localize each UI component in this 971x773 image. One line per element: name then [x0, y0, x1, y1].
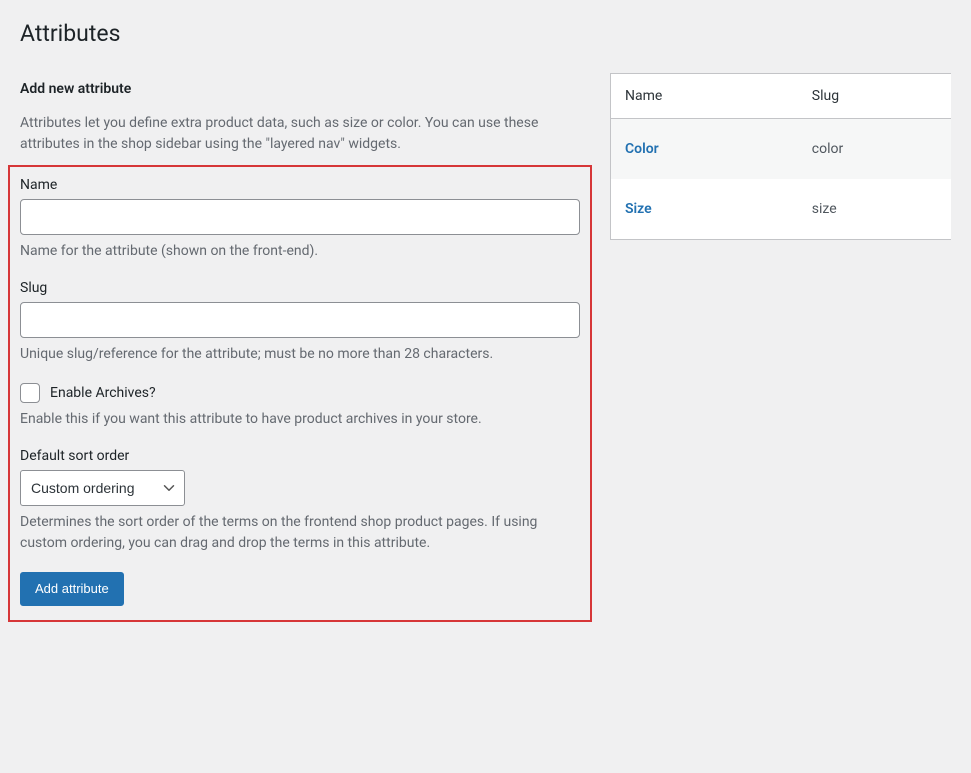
- sort-help: Determines the sort order of the terms o…: [20, 512, 580, 554]
- name-help: Name for the attribute (shown on the fro…: [20, 241, 580, 262]
- add-attribute-button[interactable]: Add attribute: [20, 572, 124, 606]
- enable-archives-label[interactable]: Enable Archives?: [50, 385, 156, 401]
- attribute-link-size[interactable]: Size: [625, 201, 652, 217]
- attribute-link-color[interactable]: Color: [625, 141, 659, 157]
- add-attribute-heading: Add new attribute: [20, 73, 580, 105]
- slug-label: Slug: [20, 280, 580, 296]
- add-attribute-intro: Attributes let you define extra product …: [20, 113, 580, 155]
- add-attribute-column: Add new attribute Attributes let you def…: [20, 73, 580, 622]
- table-header-name: Name: [611, 73, 798, 118]
- name-input[interactable]: [20, 199, 580, 235]
- attribute-slug-cell: color: [798, 118, 951, 179]
- page-title: Attributes: [20, 10, 951, 53]
- slug-field-group: Slug Unique slug/reference for the attri…: [20, 280, 580, 365]
- attributes-table-column: Name Slug Color color Size size: [610, 73, 951, 240]
- add-attribute-form: Name Name for the attribute (shown on th…: [8, 165, 592, 622]
- submit-row: Add attribute: [20, 572, 580, 606]
- slug-help: Unique slug/reference for the attribute;…: [20, 344, 580, 365]
- name-label: Name: [20, 177, 580, 193]
- sort-order-select[interactable]: Custom ordering: [20, 470, 185, 506]
- columns-layout: Add new attribute Attributes let you def…: [20, 73, 951, 622]
- archives-field-group: Enable Archives? Enable this if you want…: [20, 383, 580, 430]
- name-field-group: Name Name for the attribute (shown on th…: [20, 177, 580, 262]
- enable-archives-checkbox[interactable]: [20, 383, 40, 403]
- archives-help: Enable this if you want this attribute t…: [20, 409, 580, 430]
- table-header-slug: Slug: [798, 73, 951, 118]
- sort-field-group: Default sort order Custom ordering Deter…: [20, 448, 580, 554]
- table-row: Size size: [611, 179, 952, 240]
- table-row: Color color: [611, 118, 952, 179]
- sort-label: Default sort order: [20, 448, 580, 464]
- attribute-slug-cell: size: [798, 179, 951, 240]
- slug-input[interactable]: [20, 302, 580, 338]
- attributes-table: Name Slug Color color Size size: [610, 73, 951, 240]
- attributes-page: Attributes Add new attribute Attributes …: [0, 0, 971, 622]
